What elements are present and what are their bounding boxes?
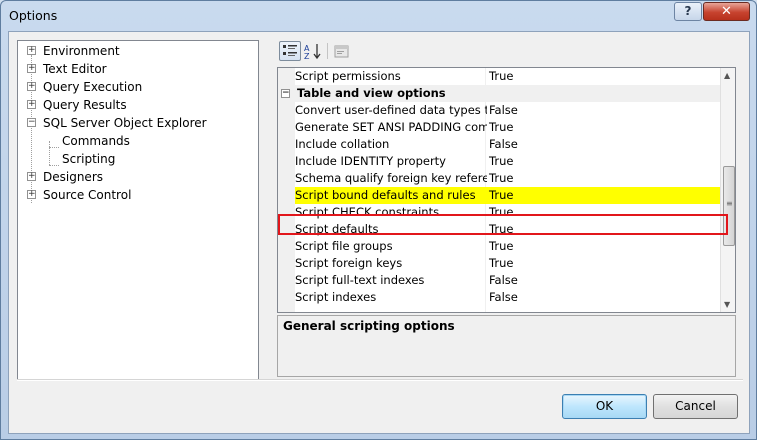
categorized-button[interactable] — [279, 41, 301, 61]
svg-text:Z: Z — [304, 52, 310, 60]
tree-item-label: SQL Server Object Explorer — [43, 116, 207, 130]
property-row[interactable]: Convert user-defined data types to bas F… — [278, 102, 720, 119]
scroll-down-icon[interactable]: ▼ — [724, 300, 730, 309]
tree-connector — [49, 165, 59, 166]
property-name: Script bound defaults and rules — [295, 188, 476, 202]
property-row[interactable]: Generate SET ANSI PADDING command True — [278, 119, 720, 136]
tree-connector — [49, 141, 50, 165]
property-name: Include collation — [295, 137, 390, 151]
alphabetical-icon: A Z — [304, 44, 321, 61]
property-row-selected[interactable]: Script bound defaults and rules True — [278, 187, 720, 204]
toolbar-separator — [327, 43, 328, 59]
property-value[interactable]: True — [489, 119, 513, 136]
tree-item-label: Query Results — [43, 98, 127, 112]
property-value[interactable]: True — [489, 68, 513, 85]
property-name: Script file groups — [295, 239, 393, 253]
category-label: Table and view options — [297, 86, 446, 100]
property-value[interactable]: False — [489, 272, 518, 289]
property-value[interactable]: True — [489, 221, 513, 238]
title-bar[interactable]: Options ? ✕ — [1, 1, 756, 31]
property-value[interactable]: True — [489, 204, 513, 221]
property-value[interactable]: False — [489, 289, 518, 306]
tree-item-label: Query Execution — [43, 80, 143, 94]
description-pane: General scripting options — [277, 315, 736, 377]
property-grid[interactable]: Script permissions True − Table and view… — [277, 67, 736, 313]
property-row[interactable]: Include collation False — [278, 136, 720, 153]
property-value[interactable]: True — [489, 170, 513, 187]
expand-icon[interactable]: + — [27, 82, 36, 91]
tree-connector — [49, 147, 59, 148]
cancel-button[interactable]: Cancel — [653, 394, 738, 419]
alphabetical-button[interactable]: A Z — [302, 41, 324, 61]
property-name: Script foreign keys — [295, 256, 403, 270]
property-name: Script indexes — [295, 290, 377, 304]
property-row[interactable]: Script defaults True — [278, 221, 720, 238]
close-button[interactable]: ✕ — [703, 2, 750, 21]
tree-item-label: Scripting — [62, 152, 116, 166]
property-name: Script permissions — [295, 69, 401, 83]
tree-item-label: Designers — [43, 170, 103, 184]
collapse-icon[interactable]: − — [27, 118, 36, 127]
expand-icon[interactable]: + — [27, 46, 36, 55]
help-button[interactable]: ? — [674, 2, 702, 21]
tree-item-commands[interactable]: Commands — [62, 132, 130, 150]
grip-icon: ≡ — [726, 199, 733, 208]
property-name: Include IDENTITY property — [295, 154, 446, 168]
property-value[interactable]: True — [489, 238, 513, 255]
property-row[interactable]: Script full-text indexes False — [278, 272, 720, 289]
property-row-partial[interactable] — [278, 306, 720, 312]
description-title: General scripting options — [283, 319, 455, 333]
tree-item-scripting[interactable]: Scripting — [62, 150, 115, 168]
property-value[interactable]: False — [489, 136, 518, 153]
property-pages-button[interactable] — [331, 41, 353, 61]
ok-button[interactable]: OK — [562, 394, 647, 419]
tree-item-label: Text Editor — [43, 62, 107, 76]
scroll-up-icon[interactable]: ▲ — [724, 71, 730, 80]
scroll-thumb[interactable]: ≡ — [723, 166, 735, 246]
tree-item-label: Environment — [43, 44, 120, 58]
property-grid-scrollbar[interactable]: ▲ ≡ ▼ — [720, 68, 735, 312]
property-row[interactable]: Schema qualify foreign key references Tr… — [278, 170, 720, 187]
expand-icon[interactable]: + — [27, 64, 36, 73]
property-row[interactable]: Script indexes False — [278, 289, 720, 306]
category-row-table-and-view-options[interactable]: − Table and view options — [278, 85, 720, 102]
tree-item-label: Source Control — [43, 188, 132, 202]
tree-item-label: Commands — [62, 134, 130, 148]
expand-icon[interactable]: + — [27, 172, 36, 181]
property-name: Schema qualify foreign key references — [295, 171, 487, 185]
categorized-icon — [283, 45, 297, 56]
property-row[interactable]: Script file groups True — [278, 238, 720, 255]
property-name: Script defaults — [295, 222, 379, 236]
dialog-body: + Environment + Text Editor + Query Exec… — [8, 31, 750, 434]
property-row[interactable]: Include IDENTITY property True — [278, 153, 720, 170]
property-value[interactable]: False — [489, 102, 518, 119]
property-value[interactable]: True — [489, 153, 513, 170]
property-value[interactable]: True — [489, 255, 513, 272]
options-dialog: Options ? ✕ + Environment + Text Editor … — [0, 0, 757, 440]
property-row[interactable]: Script permissions True — [278, 68, 720, 85]
property-name: Generate SET ANSI PADDING command — [295, 120, 487, 134]
expand-icon[interactable]: + — [27, 190, 36, 199]
property-row[interactable]: Script CHECK constraints True — [278, 204, 720, 221]
window-title: Options — [9, 8, 58, 23]
options-tree[interactable]: + Environment + Text Editor + Query Exec… — [17, 40, 259, 381]
property-value[interactable]: True — [489, 187, 513, 204]
property-name: Convert user-defined data types to bas — [295, 103, 487, 117]
footer-divider — [17, 379, 743, 381]
property-row[interactable]: Script foreign keys True — [278, 255, 720, 272]
property-name: Script full-text indexes — [295, 273, 425, 287]
property-pages-icon — [334, 45, 349, 58]
expand-icon[interactable]: + — [27, 100, 36, 109]
collapse-icon[interactable]: − — [281, 89, 290, 98]
property-name: Script CHECK constraints — [295, 205, 440, 219]
